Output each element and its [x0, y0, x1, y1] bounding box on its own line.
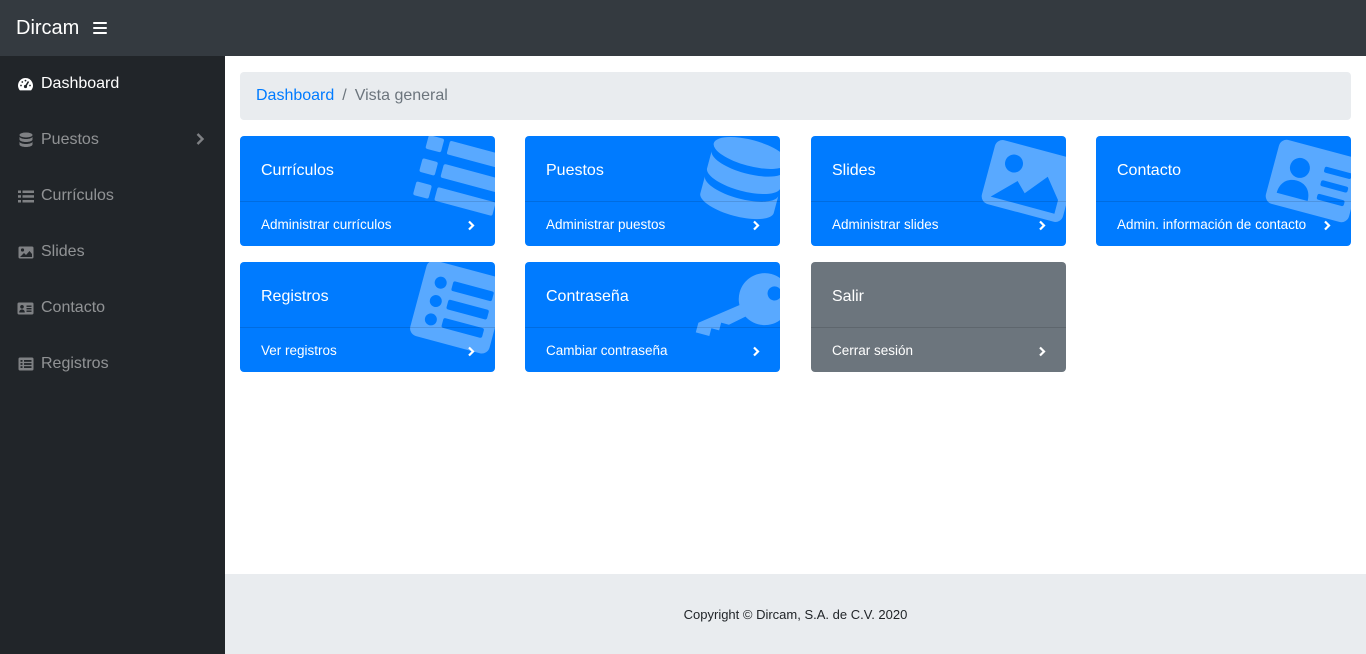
breadcrumb-separator: / [342, 87, 347, 104]
card-footer-link[interactable]: Administrar puestos [525, 201, 780, 246]
sidebar-item-label: Contacto [41, 299, 106, 316]
sidebar: Dashboard Puestos Currículos Slides Cont… [0, 56, 225, 654]
chevron-right-icon [1038, 219, 1046, 231]
sidebar-item-label: Slides [41, 243, 85, 260]
list-alt-icon [17, 356, 34, 373]
top-navbar: Dircam [0, 0, 1366, 56]
sidebar-item-dashboard[interactable]: Dashboard [0, 56, 225, 112]
main-content: Dashboard / Vista general Currículos Adm… [225, 56, 1366, 574]
card-footer-link[interactable]: Admin. información de contacto [1096, 201, 1351, 246]
address-card-icon [17, 300, 34, 317]
chevron-right-icon [195, 132, 205, 146]
chevron-right-icon [1323, 219, 1331, 231]
copyright-text: Copyright © Dircam, S.A. de C.V. 2020 [683, 606, 908, 622]
card-title: Contraseña [546, 288, 629, 305]
breadcrumb: Dashboard / Vista general [240, 72, 1351, 120]
database-icon [17, 132, 34, 149]
sidebar-item-label: Currículos [41, 187, 114, 204]
card-footer-link[interactable]: Ver registros [240, 327, 495, 372]
card-footer-label: Administrar slides [832, 216, 939, 232]
brand-name[interactable]: Dircam [16, 17, 79, 40]
tachometer-icon [17, 76, 34, 93]
card-salir[interactable]: Salir Cerrar sesión [811, 262, 1066, 372]
card-puestos[interactable]: Puestos Administrar puestos [525, 136, 780, 246]
card-title: Puestos [546, 162, 604, 179]
chevron-right-icon [467, 345, 475, 357]
chevron-right-icon [467, 219, 475, 231]
card-footer-label: Ver registros [261, 342, 337, 358]
card-title: Registros [261, 288, 329, 305]
card-title: Contacto [1117, 162, 1182, 179]
sidebar-item-contacto[interactable]: Contacto [0, 280, 225, 336]
list-icon [17, 188, 34, 205]
page-footer: Copyright © Dircam, S.A. de C.V. 2020 [225, 574, 1366, 654]
card-registros[interactable]: Registros Ver registros [240, 262, 495, 372]
sidebar-item-label: Puestos [41, 131, 99, 148]
chevron-right-icon [1038, 345, 1046, 357]
card-footer-link[interactable]: Cambiar contraseña [525, 327, 780, 372]
sidebar-item-slides[interactable]: Slides [0, 224, 225, 280]
bars-icon[interactable] [93, 22, 108, 34]
sidebar-item-label: Dashboard [41, 75, 120, 92]
card-footer-link[interactable]: Cerrar sesión [811, 327, 1066, 372]
card-title: Currículos [261, 162, 334, 179]
card-curriculos[interactable]: Currículos Administrar currículos [240, 136, 495, 246]
sidebar-item-puestos[interactable]: Puestos [0, 112, 225, 168]
breadcrumb-link-dashboard[interactable]: Dashboard [256, 87, 334, 105]
card-footer-link[interactable]: Administrar slides [811, 201, 1066, 246]
card-footer-label: Cambiar contraseña [546, 342, 668, 358]
sidebar-item-curriculos[interactable]: Currículos [0, 168, 225, 224]
card-slides[interactable]: Slides Administrar slides [811, 136, 1066, 246]
image-icon [17, 244, 34, 261]
card-footer-label: Cerrar sesión [832, 342, 914, 358]
sidebar-item-label: Registros [41, 355, 109, 372]
card-footer-label: Administrar currículos [261, 216, 392, 232]
card-footer-label: Admin. información de contacto [1117, 216, 1307, 232]
card-contrasena[interactable]: Contraseña Cambiar contraseña [525, 262, 780, 372]
card-footer-link[interactable]: Administrar currículos [240, 201, 495, 246]
chevron-right-icon [752, 219, 760, 231]
card-contacto[interactable]: Contacto Admin. información de contacto [1096, 136, 1351, 246]
card-footer-label: Administrar puestos [546, 216, 666, 232]
card-title: Slides [832, 162, 876, 179]
breadcrumb-current: Vista general [354, 87, 448, 104]
card-title: Salir [832, 288, 865, 305]
sidebar-item-registros[interactable]: Registros [0, 336, 225, 392]
chevron-right-icon [752, 345, 760, 357]
